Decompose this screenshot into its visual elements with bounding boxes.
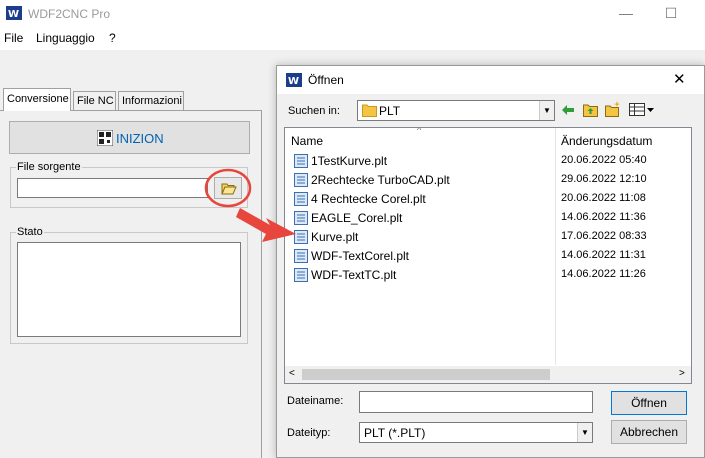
start-icon xyxy=(97,130,113,146)
menu-bar: File Linguaggio ? xyxy=(0,28,705,50)
dialog-app-icon: W xyxy=(286,73,302,87)
sort-up-icon: ^ xyxy=(417,127,422,135)
new-folder-icon[interactable] xyxy=(605,101,621,117)
dialog-title: Öffnen xyxy=(308,73,344,87)
folder-icon xyxy=(362,104,377,117)
filetype-label: Dateityp: xyxy=(287,427,331,439)
plt-file-icon xyxy=(294,268,308,282)
menu-file[interactable]: File xyxy=(4,31,23,45)
file-name: Kurve.plt xyxy=(311,230,359,244)
file-name: WDF-TextCorel.plt xyxy=(311,249,410,263)
up-folder-icon[interactable] xyxy=(583,102,598,117)
menu-help[interactable]: ? xyxy=(109,31,116,45)
file-list[interactable]: Name ^ Änderungsdatum 1TestKurve.plt 20.0… xyxy=(284,127,692,384)
file-date: 14.06.2022 11:36 xyxy=(561,211,646,223)
status-textarea xyxy=(17,242,241,337)
chevron-down-icon[interactable]: ▼ xyxy=(539,101,554,120)
start-button[interactable]: INIZION xyxy=(9,121,250,154)
menu-language[interactable]: Linguaggio xyxy=(36,31,95,45)
look-in-value: PLT xyxy=(379,104,401,118)
scroll-left-icon[interactable]: < xyxy=(289,368,295,379)
file-date: 17.06.2022 08:33 xyxy=(561,230,647,242)
file-row[interactable]: 2Rechtecke TurboCAD.plt 29.06.2022 12:10 xyxy=(285,171,691,190)
file-row[interactable]: WDF-TextCorel.plt 14.06.2022 11:31 xyxy=(285,247,691,266)
tab-conversione[interactable]: Conversione xyxy=(3,88,71,111)
open-button[interactable]: Öffnen xyxy=(611,391,687,415)
dialog-title-bar: W Öffnen ✕ xyxy=(277,66,704,94)
file-name: WDF-TextTC.plt xyxy=(311,268,397,282)
list-header: Name ^ Änderungsdatum xyxy=(285,127,691,365)
dialog-close-button[interactable]: ✕ xyxy=(673,70,686,88)
file-row[interactable]: 1TestKurve.plt 20.06.2022 05:40 xyxy=(285,152,691,171)
scrollbar-thumb[interactable] xyxy=(302,369,550,380)
maximize-button[interactable]: ☐ xyxy=(653,2,689,24)
file-date: 20.06.2022 11:08 xyxy=(561,192,646,204)
tab-file-nc[interactable]: File NC xyxy=(73,91,116,110)
minimize-button[interactable]: — xyxy=(608,2,644,24)
file-name: 4 Rechtecke Corel.plt xyxy=(311,192,426,206)
main-title-bar: W WDF2CNC Pro — ☐ xyxy=(0,0,705,28)
file-date: 14.06.2022 11:26 xyxy=(561,268,646,280)
start-button-label: INIZION xyxy=(116,131,164,146)
file-name: 2Rechtecke TurboCAD.plt xyxy=(311,173,450,187)
app-icon: W xyxy=(6,6,22,20)
file-row[interactable]: Kurve.plt 17.06.2022 08:33 xyxy=(285,228,691,247)
chevron-down-icon[interactable]: ▼ xyxy=(577,423,592,442)
file-row[interactable]: WDF-TextTC.plt 14.06.2022 11:26 xyxy=(285,266,691,285)
status-label: Stato xyxy=(16,226,44,238)
svg-text:W: W xyxy=(8,9,19,20)
look-in-select[interactable]: PLT ▼ xyxy=(357,100,555,121)
file-name: EAGLE_Corel.plt xyxy=(311,211,403,225)
source-field[interactable] xyxy=(17,178,208,198)
file-date: 20.06.2022 05:40 xyxy=(561,154,647,166)
view-menu-icon[interactable] xyxy=(629,103,655,117)
svg-text:W: W xyxy=(288,76,299,87)
cancel-button[interactable]: Abbrechen xyxy=(611,420,687,444)
annotation-arrow xyxy=(204,168,296,242)
look-in-label: Suchen in: xyxy=(288,105,340,117)
file-row[interactable]: EAGLE_Corel.plt 14.06.2022 11:36 xyxy=(285,209,691,228)
plt-file-icon xyxy=(294,249,308,263)
filetype-value: PLT (*.PLT) xyxy=(364,426,426,440)
filename-label: Dateiname: xyxy=(287,395,344,407)
file-date: 14.06.2022 11:31 xyxy=(561,249,646,261)
column-date[interactable]: Änderungsdatum xyxy=(561,134,652,148)
app-title: WDF2CNC Pro xyxy=(28,7,111,21)
filetype-select[interactable]: PLT (*.PLT) ▼ xyxy=(359,422,593,443)
column-name[interactable]: Name xyxy=(291,134,323,148)
source-label: File sorgente xyxy=(16,161,82,173)
file-row[interactable]: 4 Rechtecke Corel.plt 20.06.2022 11:08 xyxy=(285,190,691,209)
filename-input[interactable] xyxy=(359,391,593,413)
tab-informazioni[interactable]: Informazioni xyxy=(118,91,184,110)
file-date: 29.06.2022 12:10 xyxy=(561,173,647,185)
open-dialog: W Öffnen ✕ Suchen in: PLT ▼ Name ^ Änder… xyxy=(276,65,705,458)
horizontal-scrollbar[interactable]: < > xyxy=(285,366,691,383)
scroll-right-icon[interactable]: > xyxy=(679,368,685,379)
back-icon[interactable] xyxy=(561,104,575,116)
file-name: 1TestKurve.plt xyxy=(311,154,388,168)
